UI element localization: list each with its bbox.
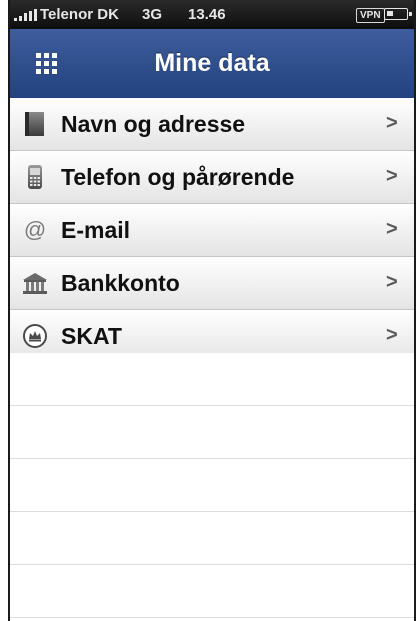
menu-item-navn-og-adresse[interactable]: Navn og adresse > [10, 98, 414, 151]
chevron-right-icon: > [386, 324, 398, 346]
chevron-right-icon: > [386, 271, 398, 293]
empty-row [10, 459, 414, 512]
menu-item-telefon-og-paaroerende[interactable]: Telefon og pårørende > [10, 151, 414, 204]
empty-row [10, 406, 414, 459]
navigation-bar: Mine data [10, 29, 414, 100]
svg-text:@: @ [24, 217, 46, 242]
signal-bars-icon [14, 9, 38, 21]
menu-item-e-mail[interactable]: @ E-mail > [10, 204, 414, 257]
menu-item-label: Navn og adresse [61, 111, 246, 137]
menu-item-bankkonto[interactable]: Bankkonto > [10, 257, 414, 310]
bank-icon [23, 273, 47, 294]
battery-icon [384, 8, 412, 20]
empty-row [10, 512, 414, 565]
status-time: 13.46 [188, 6, 226, 23]
status-bar: Telenor DK 3G 13.46 VPN [10, 0, 414, 29]
menu-item-label: Telefon og pårørende [61, 164, 295, 190]
empty-row [10, 565, 414, 618]
phone-icon [28, 165, 42, 189]
empty-list-area [10, 353, 414, 618]
at-icon: @ [24, 217, 46, 242]
chevron-right-icon: > [386, 165, 398, 187]
empty-row [10, 353, 414, 406]
vpn-badge: VPN [356, 8, 385, 23]
menu-item-label: E-mail [61, 217, 131, 243]
phone-screen: Telenor DK 3G 13.46 VPN Mine data Navn o… [0, 0, 416, 621]
page-title: Mine data [154, 49, 270, 77]
menu-list: Navn og adresse > Telefon og pårørende >… [10, 98, 414, 363]
chevron-right-icon: > [386, 218, 398, 240]
id-card-icon [25, 112, 44, 136]
crown-seal-icon [23, 324, 47, 348]
network-type: 3G [142, 6, 163, 23]
menu-item-label: Bankkonto [61, 270, 180, 296]
carrier-name: Telenor DK [40, 6, 119, 23]
menu-item-label: SKAT [61, 323, 122, 349]
chevron-right-icon: > [386, 112, 398, 134]
